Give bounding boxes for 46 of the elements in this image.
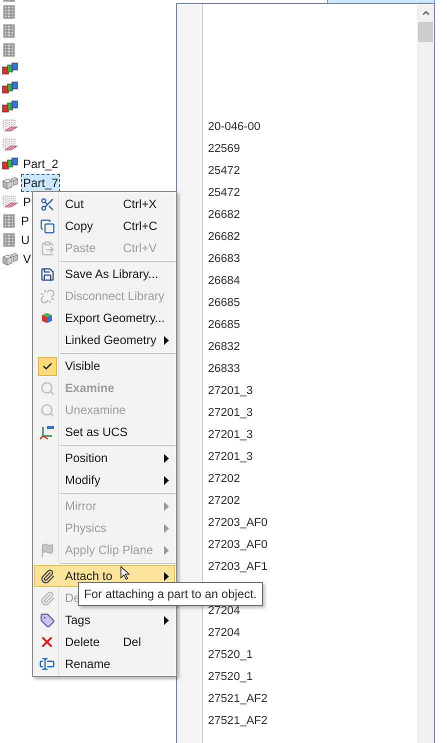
menu-item[interactable]: Modify [34,469,175,491]
list-item[interactable]: 26682 [208,207,240,225]
tree-item[interactable]: Part_7 [21,174,60,192]
list-item[interactable]: 26685 [208,317,240,335]
list-item[interactable]: 26682 [208,229,240,247]
list-item[interactable]: 27202 [208,471,240,489]
list-item[interactable]: 27520_1 [208,669,253,687]
menu-item[interactable]: Visible [34,355,104,377]
list-item[interactable]: 27203_AF0 [208,537,268,555]
list-item[interactable]: 26833 [208,361,240,379]
tooltip: For attaching a part to an object. [78,582,263,606]
menu-item[interactable]: Position [34,447,175,469]
list-item[interactable]: 27204 [208,603,240,621]
tree-item[interactable]: P [19,212,32,230]
tree-item[interactable]: Part_2 [21,154,60,172]
menu-item[interactable]: Save As Library... [34,263,162,285]
list-item[interactable]: 27521_AF2 [208,691,268,709]
list-item[interactable]: 27201_3 [208,449,253,467]
list-item[interactable]: 26832 [208,339,240,357]
menu-item[interactable]: Set as UCS [34,421,131,443]
list-item[interactable]: 27201_3 [208,427,253,445]
tree-item[interactable]: P [21,192,34,210]
menu-item[interactable]: Rename [34,653,114,675]
list-item[interactable]: 27203_AF0 [208,515,268,533]
list-item[interactable]: 27201_3 [208,405,253,423]
menu-item[interactable]: Export Geometry... [34,307,168,329]
list-item[interactable]: 27201_3 [208,383,253,401]
menu-item[interactable]: Delete Del [34,631,175,653]
list-item[interactable]: 27203_AF1 [208,559,268,577]
list-item[interactable]: 27520_1 [208,647,253,665]
list-item[interactable]: 26683 [208,251,240,269]
list-item[interactable]: 20-046-00 [208,119,260,137]
list-item[interactable]: 26684 [208,273,240,291]
list-item[interactable]: 27202 [208,493,240,511]
list-item[interactable]: 27521_AF2 [208,713,268,731]
list-item[interactable]: 27204 [208,625,240,643]
menu-item[interactable]: Linked Geometry [34,329,175,351]
list-item[interactable]: 25472 [208,185,240,203]
tree-item[interactable]: V [21,250,34,268]
menu-item[interactable]: Copy Ctrl+C [34,215,175,237]
menu-item[interactable]: Cut Ctrl+X [34,193,175,215]
tree-item[interactable]: U [19,230,32,248]
list-item[interactable]: 25472 [208,163,240,181]
menu-item[interactable]: Tags [34,609,175,631]
list-item[interactable]: 26685 [208,295,240,313]
list-item[interactable]: 22569 [208,141,240,159]
